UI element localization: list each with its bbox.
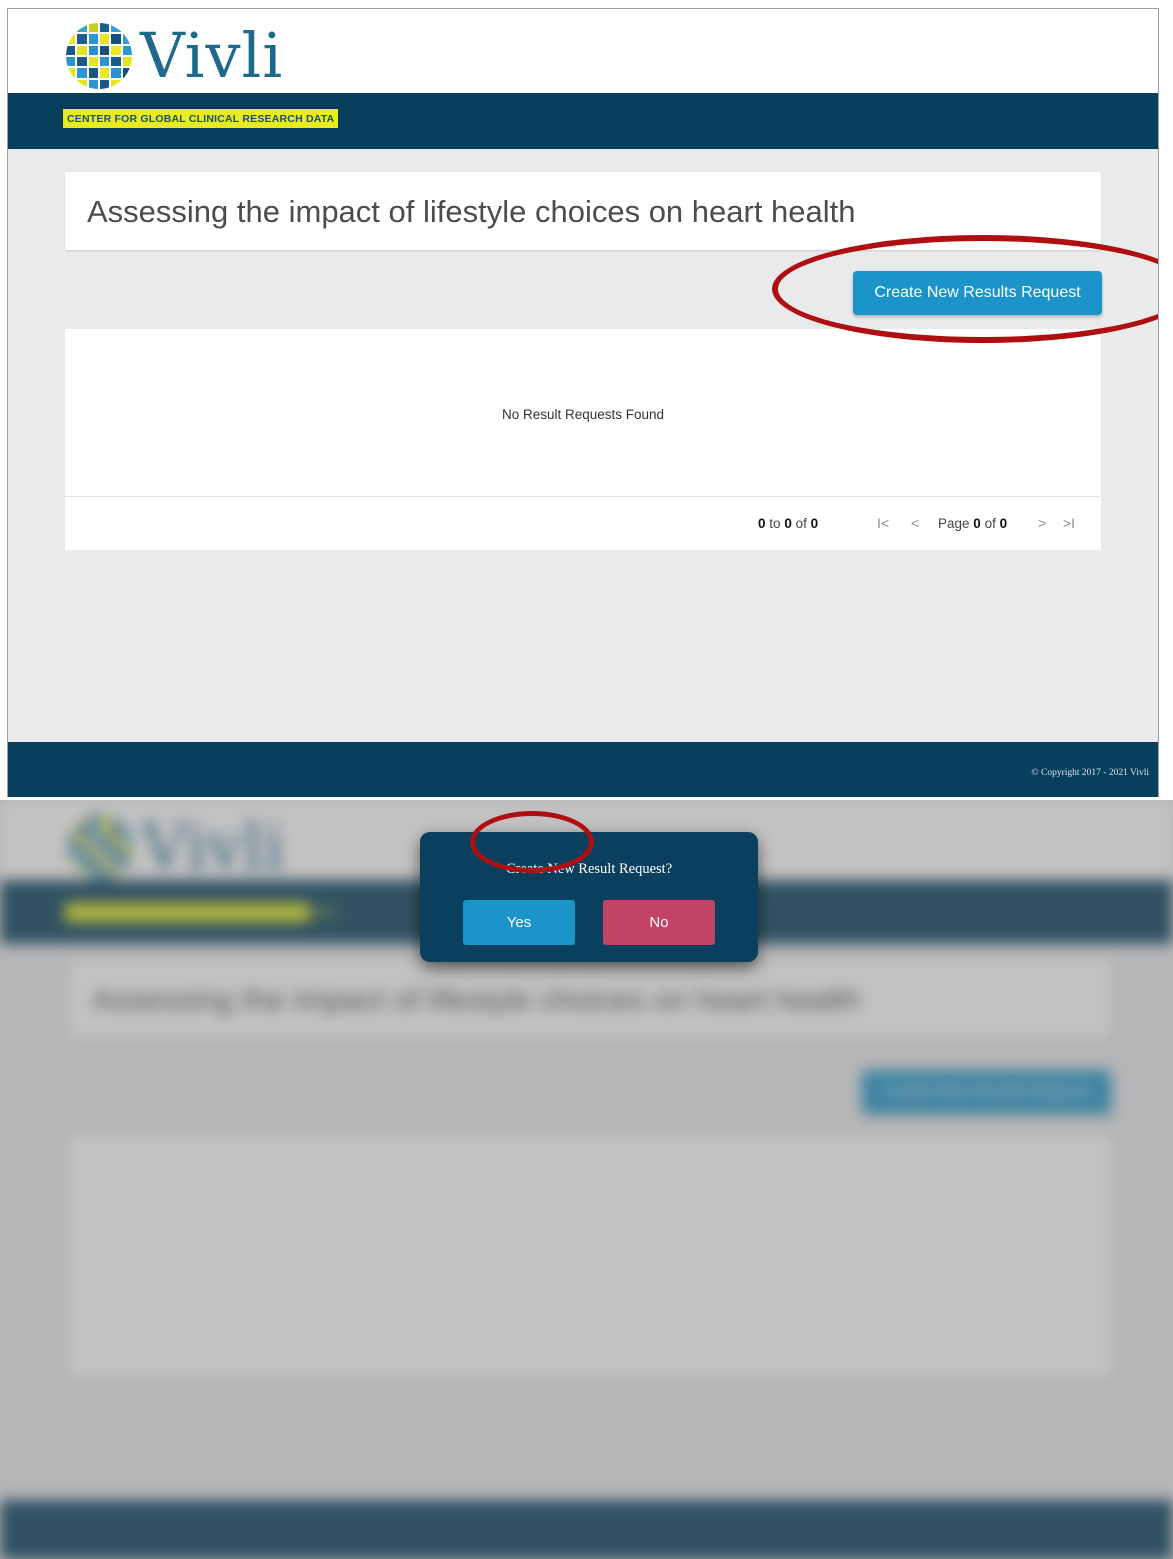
vivli-logo[interactable]: Vivli CENTER FOR GLOBAL CLINICAL RESEARC… (60, 19, 340, 129)
dialog-question: Create New Result Request? (505, 861, 673, 877)
confirm-dialog: Create New Result Request? Yes No (420, 832, 758, 962)
no-button[interactable]: No (603, 900, 715, 945)
page-title: Assessing the impact of lifestyle choice… (87, 194, 856, 229)
screenshot-before: Vivli CENTER FOR GLOBAL CLINICAL RESEARC… (7, 8, 1159, 797)
empty-state-message: No Result Requests Found (501, 407, 665, 422)
copyright-text: © Copyright 2017 - 2021 Vivli (1031, 768, 1149, 778)
site-header: Vivli CENTER FOR GLOBAL CLINICAL RESEARC… (8, 9, 1158, 149)
logo-wordmark: Vivli (140, 19, 284, 92)
page-indicator: Page 0 of 0 (938, 516, 1008, 531)
row-range-summary: 0 to 0 of 0 (758, 516, 819, 531)
result-requests-table: No Result Requests Found 0 to 0 of 0 I< … (65, 329, 1101, 550)
site-footer: © Copyright 2017 - 2021 Vivli (8, 742, 1158, 797)
previous-page-icon[interactable]: < (911, 515, 919, 531)
request-title-card: Assessing the impact of lifestyle choice… (65, 172, 1101, 250)
pagination-bar: 0 to 0 of 0 I< < Page 0 of 0 > >I (65, 496, 1101, 550)
create-new-results-request-button[interactable]: Create New Results Request (853, 271, 1102, 315)
first-page-icon[interactable]: I< (877, 515, 889, 531)
next-page-icon[interactable]: > (1038, 515, 1046, 531)
screenshot-after: Vivli CENTER FOR GLOBAL CLINICAL RESEARC… (0, 800, 1173, 1559)
globe-mosaic-icon (66, 23, 132, 89)
yes-button[interactable]: Yes (463, 900, 575, 945)
last-page-icon[interactable]: >I (1063, 515, 1075, 531)
logo-tagline: CENTER FOR GLOBAL CLINICAL RESEARCH DATA (62, 108, 340, 129)
